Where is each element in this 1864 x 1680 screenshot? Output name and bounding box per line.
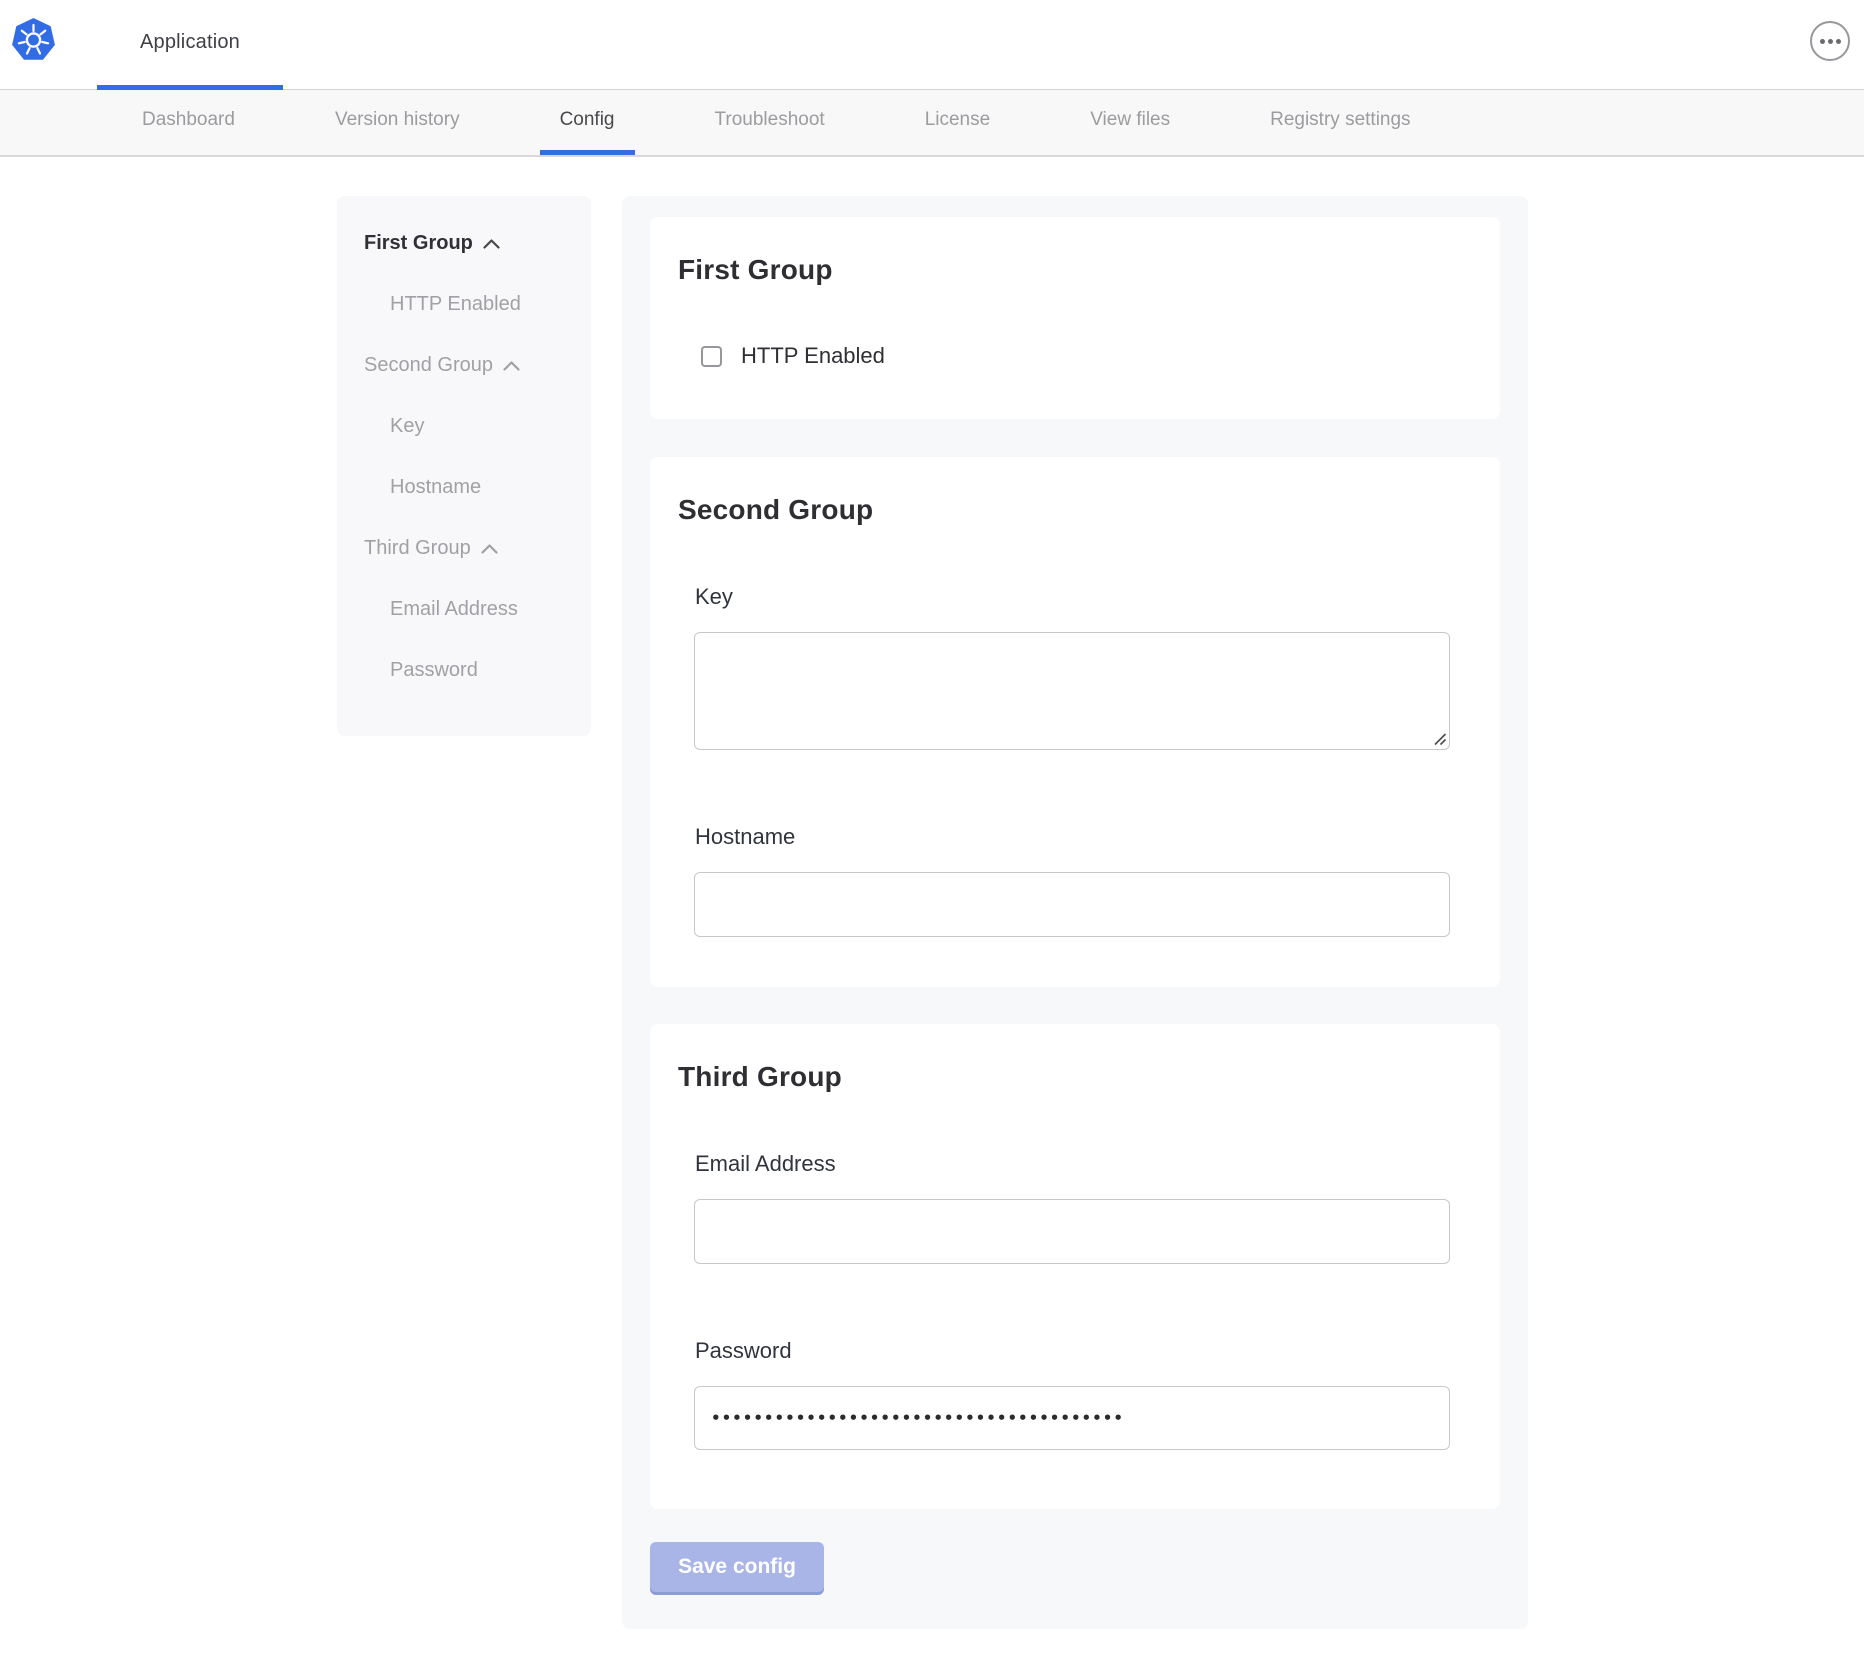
password-label: Password: [695, 1338, 1472, 1364]
config-group-card-third: Third Group Email Address Password: [650, 1024, 1500, 1509]
key-textarea-wrap: [694, 632, 1450, 750]
email-address-input[interactable]: [694, 1199, 1450, 1264]
checkbox-unchecked-icon[interactable]: [701, 346, 722, 367]
sidebar-item-password[interactable]: Password: [337, 640, 591, 701]
tab-dashboard[interactable]: Dashboard: [122, 90, 255, 155]
ellipsis-icon: [1820, 39, 1841, 44]
config-group-card-second: Second Group Key Hostname: [650, 457, 1500, 987]
sidebar-item-label: HTTP Enabled: [390, 293, 521, 316]
tab-registry-settings[interactable]: Registry settings: [1250, 90, 1430, 155]
application-tab[interactable]: Application: [97, 0, 283, 90]
hostname-label: Hostname: [695, 824, 1472, 850]
sidebar-item-second-group[interactable]: Second Group: [337, 335, 591, 396]
password-input[interactable]: [694, 1386, 1450, 1450]
config-page-content: First Group HTTP Enabled Second Group Ke…: [0, 157, 1864, 196]
config-sidebar: First Group HTTP Enabled Second Group Ke…: [337, 196, 591, 736]
kubernetes-logo-icon: [12, 17, 55, 63]
sidebar-item-first-group[interactable]: First Group: [337, 213, 591, 274]
sidebar-item-http-enabled[interactable]: HTTP Enabled: [337, 274, 591, 335]
application-tab-label: Application: [140, 31, 240, 54]
hostname-input[interactable]: [694, 872, 1450, 937]
sidebar-item-label: Email Address: [390, 598, 518, 621]
app-navbar: Dashboard Version history Config Trouble…: [0, 90, 1864, 157]
sidebar-item-third-group[interactable]: Third Group: [337, 518, 591, 579]
resize-handle-icon[interactable]: [1433, 732, 1447, 746]
tab-license[interactable]: License: [905, 90, 1011, 155]
sidebar-item-label: Second Group: [364, 354, 493, 377]
sidebar-item-label: Password: [390, 659, 478, 682]
sidebar-item-label: Third Group: [364, 537, 471, 560]
config-form-panel: First Group HTTP Enabled Second Group Ke…: [622, 196, 1528, 1629]
chevron-up-icon: [483, 239, 500, 249]
sidebar-item-key[interactable]: Key: [337, 396, 591, 457]
tab-view-files[interactable]: View files: [1070, 90, 1190, 155]
save-config-button[interactable]: Save config: [650, 1542, 824, 1592]
chevron-up-icon: [503, 361, 520, 371]
key-label: Key: [695, 584, 1472, 610]
overflow-menu-button[interactable]: [1810, 21, 1850, 61]
sidebar-item-label: First Group: [364, 232, 473, 255]
group-title: First Group: [678, 253, 1472, 287]
app-header: Application: [0, 0, 1864, 90]
tab-version-history[interactable]: Version history: [315, 90, 480, 155]
group-title: Second Group: [678, 493, 1472, 527]
sidebar-item-hostname[interactable]: Hostname: [337, 457, 591, 518]
tab-config[interactable]: Config: [540, 90, 635, 155]
config-group-card-first: First Group HTTP Enabled: [650, 217, 1500, 419]
sidebar-item-label: Key: [390, 415, 424, 438]
chevron-up-icon: [481, 544, 498, 554]
checkbox-label: HTTP Enabled: [741, 343, 885, 369]
key-textarea[interactable]: [694, 632, 1450, 750]
group-title: Third Group: [678, 1060, 1472, 1094]
http-enabled-field[interactable]: HTTP Enabled: [701, 343, 1472, 369]
sidebar-item-email-address[interactable]: Email Address: [337, 579, 591, 640]
tab-troubleshoot[interactable]: Troubleshoot: [695, 90, 845, 155]
email-address-label: Email Address: [695, 1151, 1472, 1177]
sidebar-item-label: Hostname: [390, 476, 481, 499]
